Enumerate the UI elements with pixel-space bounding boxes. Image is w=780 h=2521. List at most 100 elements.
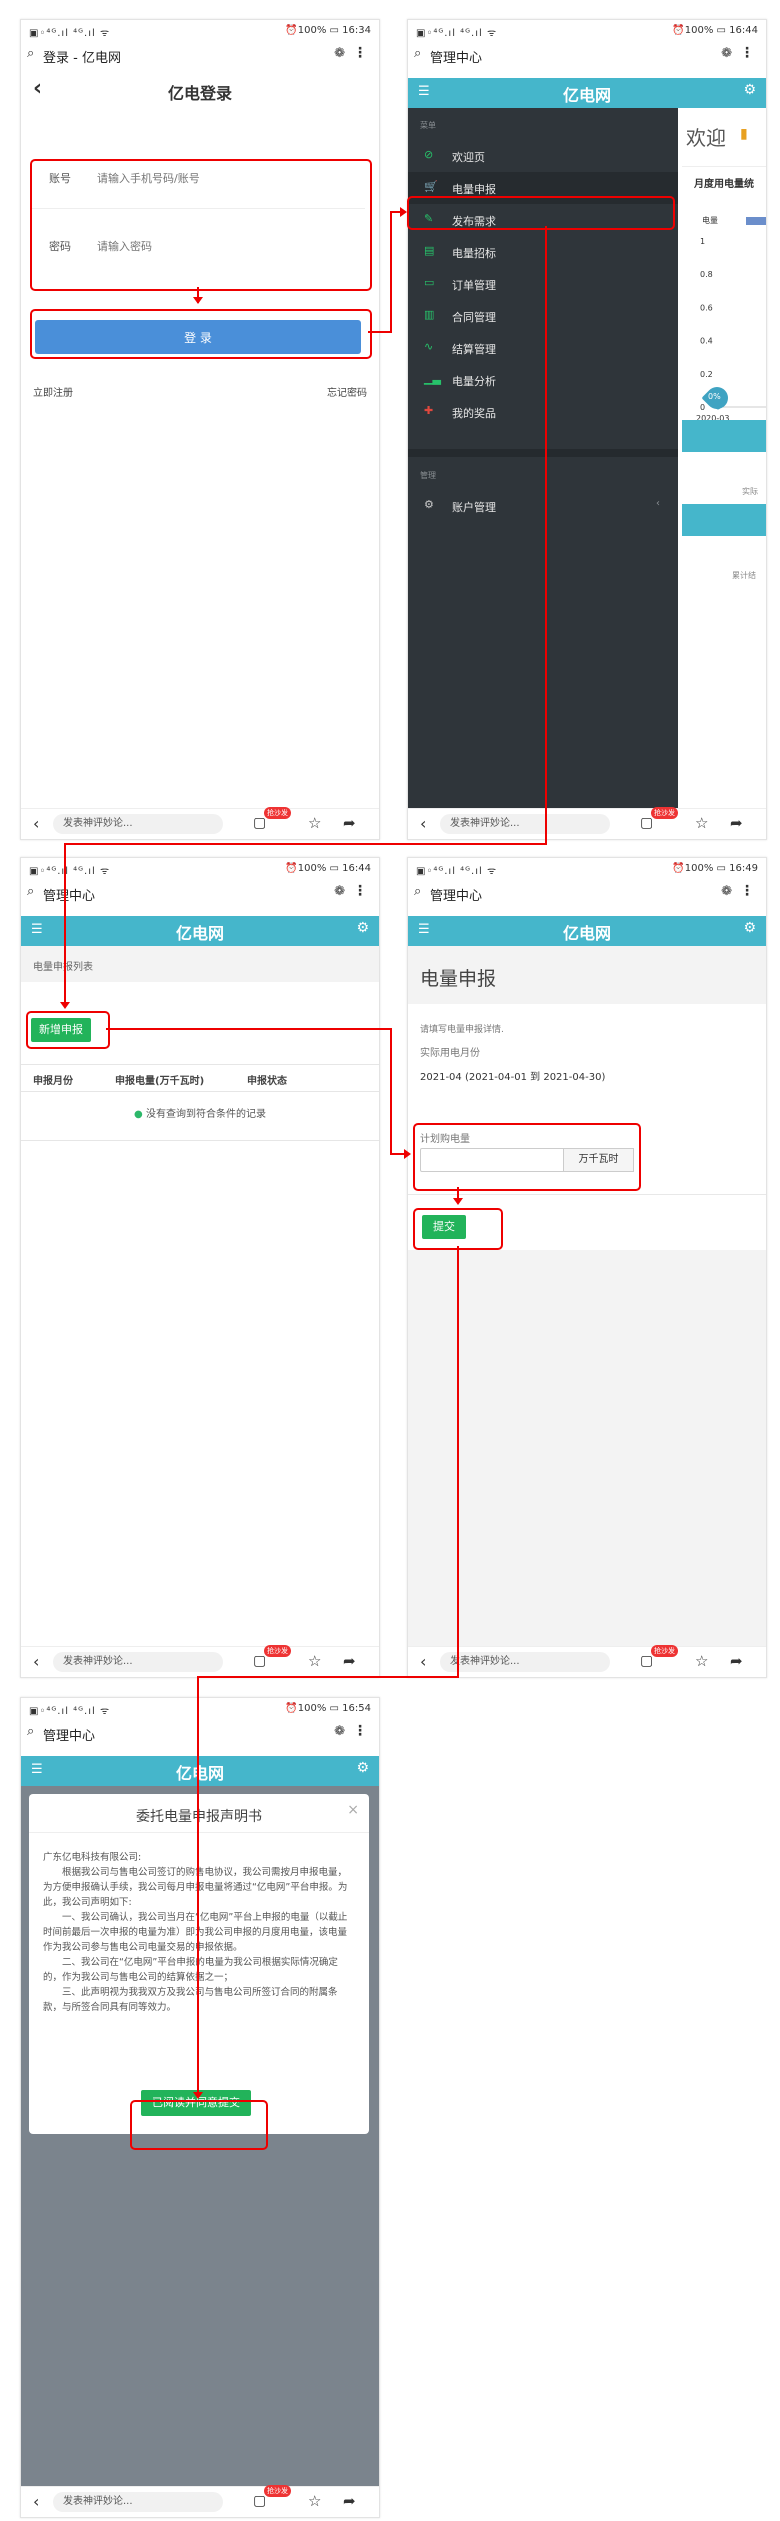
comment-icon[interactable]: ▢ <box>253 2493 266 2509</box>
sidebar-item-analysis[interactable]: ▁▃ 电量分析 <box>408 364 678 396</box>
more-vert-icon[interactable]: ⋮ <box>353 1723 367 1739</box>
admin-sidebar-screen: ▣◦⁴ᴳ.ıl ⁴ᴳ.ıl ᯤ ⏰100% ▭ 16:44 ⌕ 管理中心 ❁ ⋮… <box>407 19 767 840</box>
search-icon[interactable]: ⌕ <box>414 46 421 61</box>
forgot-password-link[interactable]: 忘记密码 <box>327 384 367 399</box>
comment-input[interactable]: 发表神评妙论... <box>53 1652 223 1672</box>
share-icon[interactable]: ➦ <box>343 814 356 832</box>
sidebar-item-welcome[interactable]: ⊘ 欢迎页 <box>408 140 678 172</box>
alarm-icon: ⏰ <box>285 1703 298 1714</box>
star-icon[interactable]: ☆ <box>308 2492 321 2510</box>
page-tab-title[interactable]: 登录 - 亿电网 <box>43 47 121 66</box>
arrow-head <box>404 1149 411 1159</box>
brand-title: 亿电网 <box>175 1764 224 1783</box>
comment-badge: 抢沙发 <box>264 1645 291 1657</box>
y-tick-label: 0.2 <box>700 370 713 379</box>
back-arrow-icon[interactable]: ‹ <box>33 1652 39 1671</box>
welcome-content: 欢迎 ▮ 月度用电量统 电量 1 0.8 0.6 0.4 0.2 0 2020-03 0%… <box>678 108 766 809</box>
share-icon[interactable]: ➦ <box>343 1652 356 1670</box>
sidebar-item-orders[interactable]: ▭ 订单管理 <box>408 268 678 300</box>
chart-panel: 月度用电量统 电量 1 0.8 0.6 0.4 0.2 0 2020-03 0% <box>682 166 766 423</box>
page-tab-title[interactable]: 管理中心 <box>430 885 482 904</box>
brand-title: 亿电网 <box>175 924 224 943</box>
month-label: 实际用电月份 <box>420 1048 480 1059</box>
star-icon[interactable]: ☆ <box>695 814 708 832</box>
form-divider <box>408 1194 766 1195</box>
search-icon[interactable]: ⌕ <box>27 1724 34 1739</box>
comment-icon[interactable]: ▢ <box>640 1653 653 1669</box>
star-icon[interactable]: ☆ <box>308 814 321 832</box>
back-arrow-icon[interactable]: ‹ <box>33 2492 39 2511</box>
paw-icon[interactable]: ❁ <box>334 884 345 899</box>
gear-icon[interactable]: ⚙ <box>743 920 756 936</box>
page-tab-title[interactable]: 管理中心 <box>43 1725 95 1744</box>
comment-input[interactable]: 发表神评妙论... <box>53 814 223 834</box>
page-title: 电量申报 <box>420 968 497 990</box>
sidebar-section-manage: 管理 <box>420 471 436 480</box>
star-icon[interactable]: ☆ <box>695 1652 708 1670</box>
clock: 16:34 <box>342 25 371 36</box>
gear-icon[interactable]: ⚙ <box>356 920 369 936</box>
app-header: ☰ 亿电网 ⚙ <box>21 916 379 946</box>
sidebar-item-settlement[interactable]: ∿ 结算管理 <box>408 332 678 364</box>
more-vert-icon[interactable]: ⋮ <box>353 883 367 899</box>
annotation-plan-input-box <box>413 1123 641 1191</box>
comment-badge: 抢沙发 <box>264 2485 291 2497</box>
arrow-head <box>193 297 203 304</box>
search-icon[interactable]: ⌕ <box>27 884 34 899</box>
share-icon[interactable]: ➦ <box>730 1652 743 1670</box>
paw-icon[interactable]: ❁ <box>334 1724 345 1739</box>
gear-icon[interactable]: ⚙ <box>356 1760 369 1776</box>
declaration-paragraph: 根据我公司与售电公司签订的购售电协议，我公司需按月申报电量，为方便申报确认手续，… <box>43 1867 348 1908</box>
page-tab-title[interactable]: 管理中心 <box>430 47 482 66</box>
paw-icon[interactable]: ❁ <box>721 884 732 899</box>
close-icon[interactable]: × <box>347 1802 359 1818</box>
sidebar-item-label: 电量招标 <box>452 247 496 260</box>
comment-input[interactable]: 发表神评妙论... <box>440 1652 610 1672</box>
gift-icon: ✚ <box>424 404 434 417</box>
flow-line <box>197 1676 199 2093</box>
report-form-screen: ▣◦⁴ᴳ.ıl ⁴ᴳ.ıl ᯤ ⏰100% ▭ 16:49 ⌕ 管理中心 ❁ ⋮… <box>407 857 767 1678</box>
sidebar-section-menu: 菜单 <box>420 121 436 130</box>
comment-input[interactable]: 发表神评妙论... <box>53 2492 223 2512</box>
comment-icon[interactable]: ▢ <box>253 815 266 831</box>
annotation-submit-box <box>413 1208 503 1250</box>
back-icon[interactable]: ‹ <box>33 76 42 101</box>
sidebar-item-account[interactable]: ⚙ 账户管理 ‹ <box>408 490 678 522</box>
register-link[interactable]: 立即注册 <box>33 384 73 399</box>
back-arrow-icon[interactable]: ‹ <box>420 1652 426 1671</box>
comment-input[interactable]: 发表神评妙论... <box>440 814 610 834</box>
chart-legend-label: 电量 <box>702 216 718 225</box>
back-arrow-icon[interactable]: ‹ <box>420 814 426 833</box>
page-tab-title[interactable]: 管理中心 <box>43 885 95 904</box>
sidebar-item-contracts[interactable]: ▥ 合同管理 <box>408 300 678 332</box>
back-arrow-icon[interactable]: ‹ <box>33 814 39 833</box>
search-icon[interactable]: ⌕ <box>414 884 421 899</box>
sidebar-item-bidding[interactable]: ▤ 电量招标 <box>408 236 678 268</box>
comment-icon[interactable]: ▢ <box>640 815 653 831</box>
browser-address-bar: ⌕ 登录 - 亿电网 ❁ ⋮ <box>21 42 379 68</box>
column-header: 申报电量(万千瓦时) <box>115 1076 205 1087</box>
page-title: 亿电登录 <box>167 84 232 103</box>
more-vert-icon[interactable]: ⋮ <box>740 883 754 899</box>
search-icon[interactable]: ⌕ <box>27 46 34 61</box>
more-vert-icon[interactable]: ⋮ <box>353 45 367 61</box>
gear-icon[interactable]: ⚙ <box>743 82 756 98</box>
brand-title: 亿电网 <box>562 924 611 943</box>
sidebar-item-label: 欢迎页 <box>452 151 485 164</box>
star-icon[interactable]: ☆ <box>308 1652 321 1670</box>
annotation-login-button-box <box>30 309 372 359</box>
sidebar-item-label: 我的奖品 <box>452 407 496 420</box>
welcome-heading: 欢迎 <box>686 126 726 150</box>
flow-line <box>545 226 547 844</box>
share-icon[interactable]: ➦ <box>730 814 743 832</box>
paw-icon[interactable]: ❁ <box>334 46 345 61</box>
paw-icon[interactable]: ❁ <box>721 46 732 61</box>
more-vert-icon[interactable]: ⋮ <box>740 45 754 61</box>
sidebar-item-label: 合同管理 <box>452 311 496 324</box>
chart-marker-label: 0% <box>708 392 721 401</box>
comment-icon[interactable]: ▢ <box>253 1653 266 1669</box>
share-icon[interactable]: ➦ <box>343 2492 356 2510</box>
brand-title: 亿电网 <box>562 86 611 105</box>
section-title: 电量申报列表 <box>33 962 93 973</box>
sidebar-item-prizes[interactable]: ✚ 我的奖品 <box>408 396 678 428</box>
